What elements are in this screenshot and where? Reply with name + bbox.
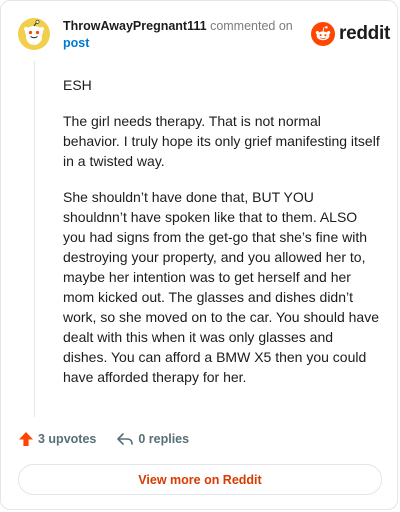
post-link[interactable]: post: [63, 35, 303, 52]
snoo-avatar-icon: [18, 18, 50, 50]
reddit-logo-icon: [311, 22, 335, 46]
comment-paragraph: ESH: [63, 77, 92, 93]
view-more-on-reddit-button[interactable]: View more on Reddit: [18, 464, 382, 495]
reddit-wordmark: reddit: [339, 23, 390, 44]
reddit-logo[interactable]: reddit: [311, 22, 390, 46]
thread-line: [34, 61, 35, 417]
reply-count: 0 replies: [138, 432, 190, 446]
reply-button[interactable]: 0 replies: [116, 431, 189, 447]
comment-paragraph: The girl needs therapy. That is not norm…: [63, 113, 380, 169]
upvote-arrow-icon: [19, 432, 33, 446]
comment-header: ThrowAwayPregnant111 commented on post: [63, 18, 303, 52]
comment-paragraph: She shouldn’t have done that, BUT YOU sh…: [63, 189, 379, 385]
upvote-button[interactable]: 3 upvotes: [18, 431, 96, 447]
user-avatar[interactable]: [18, 18, 50, 50]
action-text: commented on: [210, 19, 293, 33]
comment-body: ESH The girl needs therapy. That is not …: [63, 75, 381, 403]
comment-footer: 3 upvotes 0 replies: [18, 429, 189, 449]
username-link[interactable]: ThrowAwayPregnant111: [63, 19, 207, 33]
reply-arrow-icon: [117, 433, 134, 445]
upvote-count: 3 upvotes: [38, 432, 97, 446]
comment-embed-card: ThrowAwayPregnant111 commented on post r…: [0, 0, 398, 510]
